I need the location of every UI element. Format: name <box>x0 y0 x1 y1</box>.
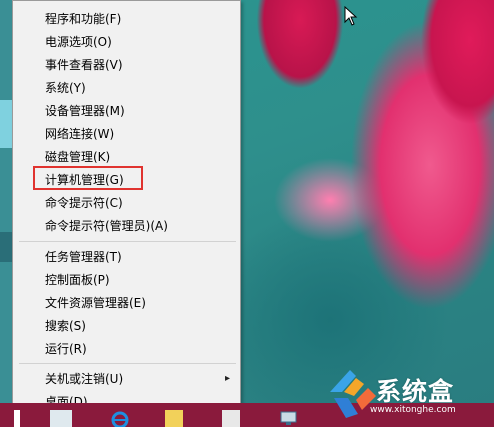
menu-item-device-manager[interactable]: 设备管理器(M) <box>13 100 240 122</box>
menu-item-run[interactable]: 运行(R) <box>13 338 240 360</box>
winx-context-menu: 程序和功能(F) 电源选项(O) 事件查看器(V) 系统(Y) 设备管理器(M)… <box>12 0 241 415</box>
menu-item-command-prompt[interactable]: 命令提示符(C) <box>13 192 240 214</box>
menu-item-disk-management[interactable]: 磁盘管理(K) <box>13 146 240 168</box>
store-taskbar-icon[interactable] <box>222 410 240 427</box>
menu-item-search[interactable]: 搜索(S) <box>13 315 240 337</box>
computer-taskbar-icon[interactable] <box>278 410 300 427</box>
internet-explorer-icon[interactable] <box>110 410 130 427</box>
menu-item-network-connections[interactable]: 网络连接(W) <box>13 123 240 145</box>
menu-item-programs-features[interactable]: 程序和功能(F) <box>13 8 240 30</box>
highlight-box <box>33 166 143 190</box>
menu-item-shutdown-signout[interactable]: 关机或注销(U) ▸ <box>13 368 240 390</box>
menu-item-file-explorer[interactable]: 文件资源管理器(E) <box>13 292 240 314</box>
menu-item-command-prompt-admin[interactable]: 命令提示符(管理员)(A) <box>13 215 240 237</box>
file-explorer-taskbar-icon[interactable] <box>165 410 183 427</box>
menu-item-power-options[interactable]: 电源选项(O) <box>13 31 240 53</box>
desktop-icon-partial-2[interactable] <box>0 232 12 262</box>
menu-item-event-viewer[interactable]: 事件查看器(V) <box>13 54 240 76</box>
menu-separator <box>19 363 236 364</box>
mouse-cursor-icon <box>344 6 358 26</box>
watermark-url: www.xitonghe.com <box>370 405 456 415</box>
taskbar-app-icon[interactable] <box>50 410 72 427</box>
desktop-left-edge <box>0 0 12 427</box>
menu-item-system[interactable]: 系统(Y) <box>13 77 240 99</box>
desktop-icon-partial[interactable] <box>0 100 12 148</box>
menu-item-control-panel[interactable]: 控制面板(P) <box>13 269 240 291</box>
chevron-right-icon: ▸ <box>224 373 230 384</box>
menu-item-task-manager[interactable]: 任务管理器(T) <box>13 246 240 268</box>
start-button-icon[interactable] <box>14 410 20 427</box>
watermark-brand: 系统盒 <box>376 377 455 406</box>
menu-separator <box>19 241 236 242</box>
